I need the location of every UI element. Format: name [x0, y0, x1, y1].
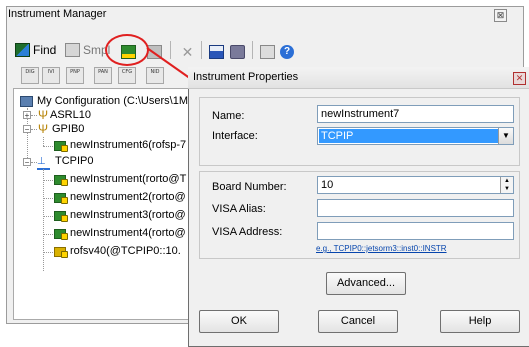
- interface-selected-value: TCPIP: [319, 129, 499, 143]
- ivi-filter-button[interactable]: IVI: [42, 67, 60, 84]
- tree-item-tcpip-instrument[interactable]: rofsv40(@TCPIP0::10.: [70, 245, 181, 258]
- find-icon: [15, 43, 30, 57]
- instrument-warning-icon: [54, 247, 68, 258]
- tree-item-tcpip[interactable]: TCPIP0: [55, 155, 94, 168]
- tree-item-tcpip-instrument[interactable]: newInstrument(rorto@T: [70, 173, 186, 186]
- computer-icon: [20, 96, 33, 107]
- tree-line: [43, 137, 44, 146]
- board-number-value: 10: [321, 179, 334, 191]
- instrument-icon: [54, 141, 68, 152]
- tree-line: [43, 146, 53, 147]
- decrement-icon[interactable]: ▼: [500, 185, 513, 193]
- tree-line: [31, 115, 37, 116]
- dialog-title: Instrument Properties: [193, 71, 299, 83]
- tree-line: [31, 129, 37, 130]
- tree-line: [43, 180, 53, 181]
- tree-line: [43, 234, 53, 235]
- help-button[interactable]: ?: [280, 42, 294, 62]
- tree-line: [43, 198, 53, 199]
- highlight-circle-annotation: [105, 34, 149, 66]
- window-close-button[interactable]: ⊠: [494, 9, 507, 22]
- collapse-gpib-button[interactable]: −: [23, 125, 31, 134]
- interface-label: Interface:: [212, 130, 258, 142]
- tree-item-gpib[interactable]: GPIB0: [52, 123, 84, 136]
- pnp-filter-button[interactable]: PNP: [66, 67, 84, 84]
- save-button[interactable]: [209, 42, 224, 62]
- instrument-icon: [54, 193, 68, 204]
- name-label: Name:: [212, 110, 245, 122]
- find-label: Find: [33, 43, 57, 57]
- instrument-icon: [54, 229, 68, 240]
- tree-item-tcpip-instrument[interactable]: newInstrument4(rorto@: [70, 227, 186, 240]
- port-icon: Ψ: [38, 108, 49, 122]
- tree-item-asrl[interactable]: ASRL10: [50, 109, 91, 122]
- print-icon: [230, 45, 245, 59]
- advanced-button[interactable]: Advanced...: [326, 272, 406, 295]
- help-connect-icon: [260, 45, 275, 59]
- visa-alias-label: VISA Alias:: [212, 203, 266, 215]
- network-icon: ⊥: [37, 156, 50, 170]
- collapse-tcpip-button[interactable]: −: [23, 158, 31, 167]
- smpl-button[interactable]: Smpl: [65, 40, 110, 60]
- instrument-icon: [54, 211, 68, 222]
- toolbar-separator: [252, 41, 253, 59]
- visa-address-input[interactable]: [317, 222, 514, 240]
- pan-filter-button[interactable]: PAN: [94, 67, 112, 84]
- board-number-stepper[interactable]: 10 ▲ ▼: [317, 176, 514, 194]
- chevron-down-icon[interactable]: ▼: [498, 128, 513, 144]
- tree-root-label[interactable]: My Configuration (C:\Users\1M: [37, 95, 188, 108]
- expand-asrl-button[interactable]: +: [23, 111, 31, 120]
- board-number-label: Board Number:: [212, 181, 287, 193]
- save-icon: [209, 45, 224, 59]
- tree-line: [43, 169, 44, 271]
- dig-filter-button[interactable]: DIG: [21, 67, 39, 84]
- ok-button[interactable]: OK: [199, 310, 279, 333]
- name-input[interactable]: newInstrument7: [317, 105, 514, 123]
- help-connect-button[interactable]: [260, 42, 275, 62]
- window-title: Instrument Manager: [8, 8, 107, 20]
- cfg-filter-button[interactable]: CFG: [118, 67, 136, 84]
- visa-address-example-link[interactable]: e.g., TCPIP0::jetsorm3::inst0::INSTR: [316, 244, 447, 253]
- interface-select[interactable]: TCPIP ▼: [317, 127, 514, 145]
- cancel-button[interactable]: Cancel: [318, 310, 398, 333]
- visa-alias-input[interactable]: [317, 199, 514, 217]
- smpl-icon: [65, 43, 80, 57]
- find-button[interactable]: Find: [15, 40, 56, 60]
- help-dialog-button[interactable]: Help: [440, 310, 520, 333]
- tree-item-gpib-instrument[interactable]: newInstrument6(rofsp-7: [70, 139, 186, 152]
- instrument-icon: [54, 175, 68, 186]
- tree-line: [43, 252, 53, 253]
- nid-filter-button[interactable]: NID: [146, 67, 164, 84]
- dialog-close-button[interactable]: ✕: [513, 72, 526, 85]
- tree-line: [43, 216, 53, 217]
- print-button[interactable]: [230, 42, 245, 62]
- port-icon: Ψ: [38, 122, 49, 136]
- help-icon: ?: [280, 45, 294, 59]
- visa-address-label: VISA Address:: [212, 226, 283, 238]
- tree-item-tcpip-instrument[interactable]: newInstrument3(rorto@: [70, 209, 186, 222]
- tree-item-tcpip-instrument[interactable]: newInstrument2(rorto@: [70, 191, 186, 204]
